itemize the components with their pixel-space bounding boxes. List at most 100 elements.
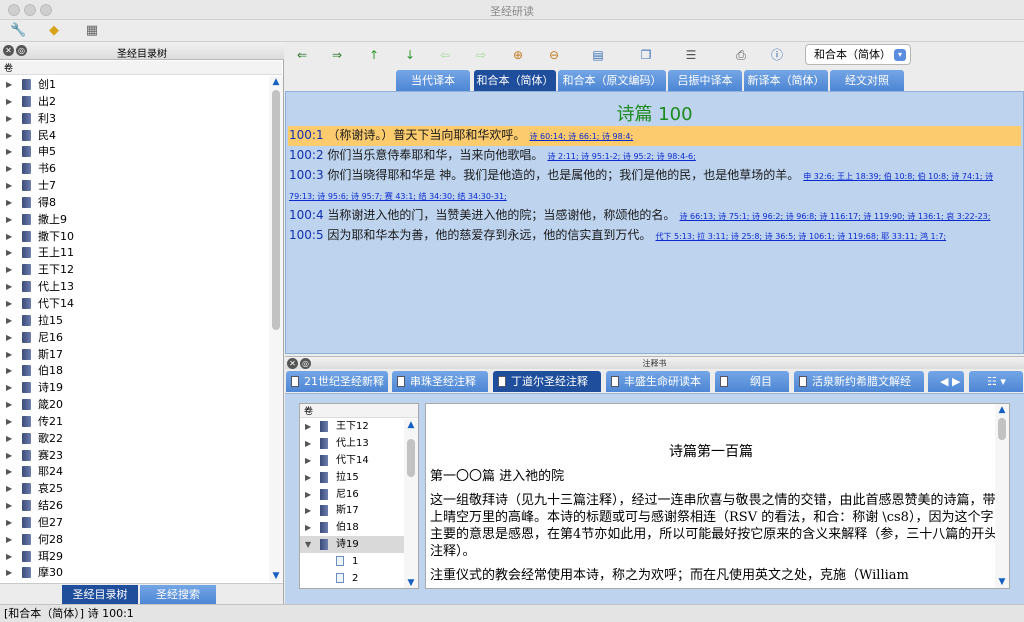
scroll-down-icon[interactable]: ▼ <box>405 578 417 588</box>
expand-arrow-icon[interactable]: ▶ <box>6 463 12 480</box>
commentary-page-row[interactable]: 2 <box>300 570 418 587</box>
tab-bible-tree[interactable]: 圣经目录树 <box>62 585 138 604</box>
expand-arrow-icon[interactable]: ▶ <box>305 469 311 486</box>
tab-version-3[interactable]: 吕振中译本 <box>668 70 742 91</box>
forward-icon[interactable]: ⇒ <box>329 47 345 63</box>
expand-arrow-icon[interactable]: ▶ <box>6 362 12 379</box>
expand-arrow-icon[interactable]: ▶ <box>6 177 12 194</box>
zoom-out-icon[interactable]: ⊖ <box>546 47 562 63</box>
tab-commentary-2[interactable]: 丁道尔圣经注释 <box>493 371 601 392</box>
tab-version-1[interactable]: 和合本（简体） <box>474 70 556 91</box>
commentary-doc-scrollbar[interactable]: ▲ ▼ <box>995 404 1009 588</box>
book-row[interactable]: ▶ 箴20 <box>0 396 268 413</box>
verse-line[interactable]: 100:3 你们当晓得耶和华是 神。我们是他造的，也是属他的；我们是他的民，也是… <box>288 166 1021 206</box>
expand-arrow-icon[interactable]: ▶ <box>6 110 12 127</box>
book-row[interactable]: ▶ 书6 <box>0 160 268 177</box>
expand-arrow-icon[interactable]: ▶ <box>6 194 12 211</box>
book-row[interactable]: ▶ 拉15 <box>0 312 268 329</box>
calculator-icon[interactable]: ▦ <box>84 23 100 39</box>
cross-references[interactable]: 诗 2:11; 诗 95:1-2; 诗 95:2; 诗 98:4-6; <box>547 152 695 161</box>
commentary-tree-scrollbar[interactable]: ▲ ▼ <box>404 419 418 588</box>
book-row[interactable]: ▶ 斯17 <box>0 346 268 363</box>
expand-arrow-icon[interactable]: ▶ <box>6 261 12 278</box>
book-row[interactable]: ▶ 耶24 <box>0 463 268 480</box>
book-row[interactable]: ▶ 王上11 <box>0 244 268 261</box>
cross-references[interactable]: 诗 60:14; 诗 66:1; 诗 98:4; <box>529 132 633 141</box>
verse-number[interactable]: 100:5 <box>289 228 324 242</box>
pages-icon[interactable]: ❐ <box>638 47 654 63</box>
commentary-page-row[interactable]: 3 <box>300 587 418 588</box>
info-icon[interactable]: ⓘ <box>769 47 785 63</box>
scroll-thumb[interactable] <box>407 439 415 477</box>
cross-references[interactable]: 诗 66:13; 诗 75:1; 诗 96:2; 诗 96:8; 诗 116:1… <box>679 212 990 221</box>
scroll-down-icon[interactable]: ▼ <box>996 577 1008 587</box>
verse-number[interactable]: 100:4 <box>289 208 324 222</box>
expand-arrow-icon[interactable]: ▶ <box>6 480 12 497</box>
expand-arrow-icon[interactable]: ▶ <box>6 447 12 464</box>
tab-commentary-1[interactable]: 串珠圣经注释 <box>392 371 488 392</box>
wrench-icon[interactable]: 🔧 <box>10 23 26 39</box>
verse-number[interactable]: 100:3 <box>289 168 324 182</box>
book-row[interactable]: ▶ 撒上9 <box>0 211 268 228</box>
book-row[interactable]: ▶ 王下12 <box>0 261 268 278</box>
scroll-thumb[interactable] <box>998 418 1006 440</box>
expand-arrow-icon[interactable]: ▶ <box>6 160 12 177</box>
tab-commentary-5[interactable]: 活泉新约希腊文解经 <box>794 371 924 392</box>
verse-line[interactable]: 100:4 当称谢进入他的门，当赞美进入他的院；当感谢他，称颂他的名。诗 66:… <box>288 206 1021 226</box>
scroll-up-icon[interactable]: ▲ <box>405 420 417 430</box>
book-row[interactable]: ▶ 哀25 <box>0 480 268 497</box>
expand-arrow-icon[interactable]: ▶ <box>6 396 12 413</box>
verse-number[interactable]: 100:1 <box>289 128 324 142</box>
tab-version-2[interactable]: 和合本（原文编码） <box>558 70 666 91</box>
expand-arrow-icon[interactable]: ▶ <box>6 548 12 565</box>
book-row[interactable]: ▶ 尼16 <box>0 329 268 346</box>
expand-arrow-icon[interactable]: ▶ <box>6 531 12 548</box>
scroll-up-icon[interactable]: ▲ <box>270 77 282 87</box>
expand-arrow-icon[interactable]: ▶ <box>305 486 311 503</box>
columns-icon[interactable]: ☰ <box>683 47 699 63</box>
expand-arrow-icon[interactable]: ▶ <box>6 244 12 261</box>
commentary-tree-row[interactable]: ▶ 代下14 <box>300 452 418 469</box>
print-icon[interactable]: ⎙ <box>733 47 749 63</box>
book-row[interactable]: ▶ 结26 <box>0 497 268 514</box>
tab-version-0[interactable]: 当代译本 <box>396 70 470 91</box>
arrow-up-icon[interactable]: ↑ <box>366 47 382 63</box>
commentary-tree-row[interactable]: ▶ 伯18 <box>300 519 418 536</box>
commentary-tree-row[interactable]: ▼ 诗19 <box>300 536 418 554</box>
expand-arrow-icon[interactable]: ▶ <box>6 413 12 430</box>
tab-commentary-0[interactable]: 21世纪圣经新释 <box>286 371 388 392</box>
book-row[interactable]: ▶ 珥29 <box>0 548 268 565</box>
expand-arrow-icon[interactable]: ▶ <box>305 502 311 519</box>
expand-arrow-icon[interactable]: ▶ <box>6 564 12 581</box>
tab-commentary-3[interactable]: 丰盛生命研读本 <box>606 371 710 392</box>
expand-arrow-icon[interactable]: ▶ <box>6 312 12 329</box>
book-row[interactable]: ▶ 创1 <box>0 76 268 93</box>
book-row[interactable]: ▶ 申5 <box>0 143 268 160</box>
commentary-tree-row[interactable]: ▶ 代上13 <box>300 435 418 452</box>
commentary-tree-row[interactable]: ▶ 拉15 <box>300 469 418 486</box>
book-row[interactable]: ▶ 何28 <box>0 531 268 548</box>
book-row[interactable]: ▶ 代下14 <box>0 295 268 312</box>
scroll-down-icon[interactable]: ▼ <box>270 571 282 581</box>
commentary-tree-row[interactable]: ▶ 王下12 <box>300 418 418 435</box>
book-row[interactable]: ▶ 利3 <box>0 110 268 127</box>
verse-number[interactable]: 100:2 <box>289 148 324 162</box>
expand-arrow-icon[interactable]: ▶ <box>6 295 12 312</box>
expand-arrow-icon[interactable]: ▶ <box>6 211 12 228</box>
verse-line[interactable]: 100:5 因为耶和华本为善，他的慈爱存到永远，他的信实直到万代。 代下 5:13… <box>288 226 1021 246</box>
version-select[interactable]: 和合本（简体） ▾ <box>805 44 911 65</box>
expand-arrow-icon[interactable]: ▶ <box>305 418 311 435</box>
expand-arrow-icon[interactable]: ▶ <box>6 76 12 93</box>
book-row[interactable]: ▶ 出2 <box>0 93 268 110</box>
back-icon[interactable]: ⇐ <box>294 47 310 63</box>
commentary-tree-row[interactable]: ▶ 斯17 <box>300 502 418 519</box>
verse-line[interactable]: 100:1 （称谢诗。）普天下当向耶和华欢呼。诗 60:14; 诗 66:1; … <box>288 126 1021 146</box>
verse-line[interactable]: 100:2 你们当乐意侍奉耶和华，当来向他歌唱。诗 2:11; 诗 95:1-2… <box>288 146 1021 166</box>
book-row[interactable]: ▶ 得8 <box>0 194 268 211</box>
expanded-arrow-icon[interactable]: ▼ <box>305 536 311 553</box>
book-row[interactable]: ▶ 诗19 <box>0 379 268 396</box>
arrow-right-icon[interactable]: ⇨ <box>473 47 489 63</box>
expand-arrow-icon[interactable]: ▶ <box>305 435 311 452</box>
tab-version-4[interactable]: 新译本（简体） <box>744 70 828 91</box>
expand-arrow-icon[interactable]: ▶ <box>6 379 12 396</box>
